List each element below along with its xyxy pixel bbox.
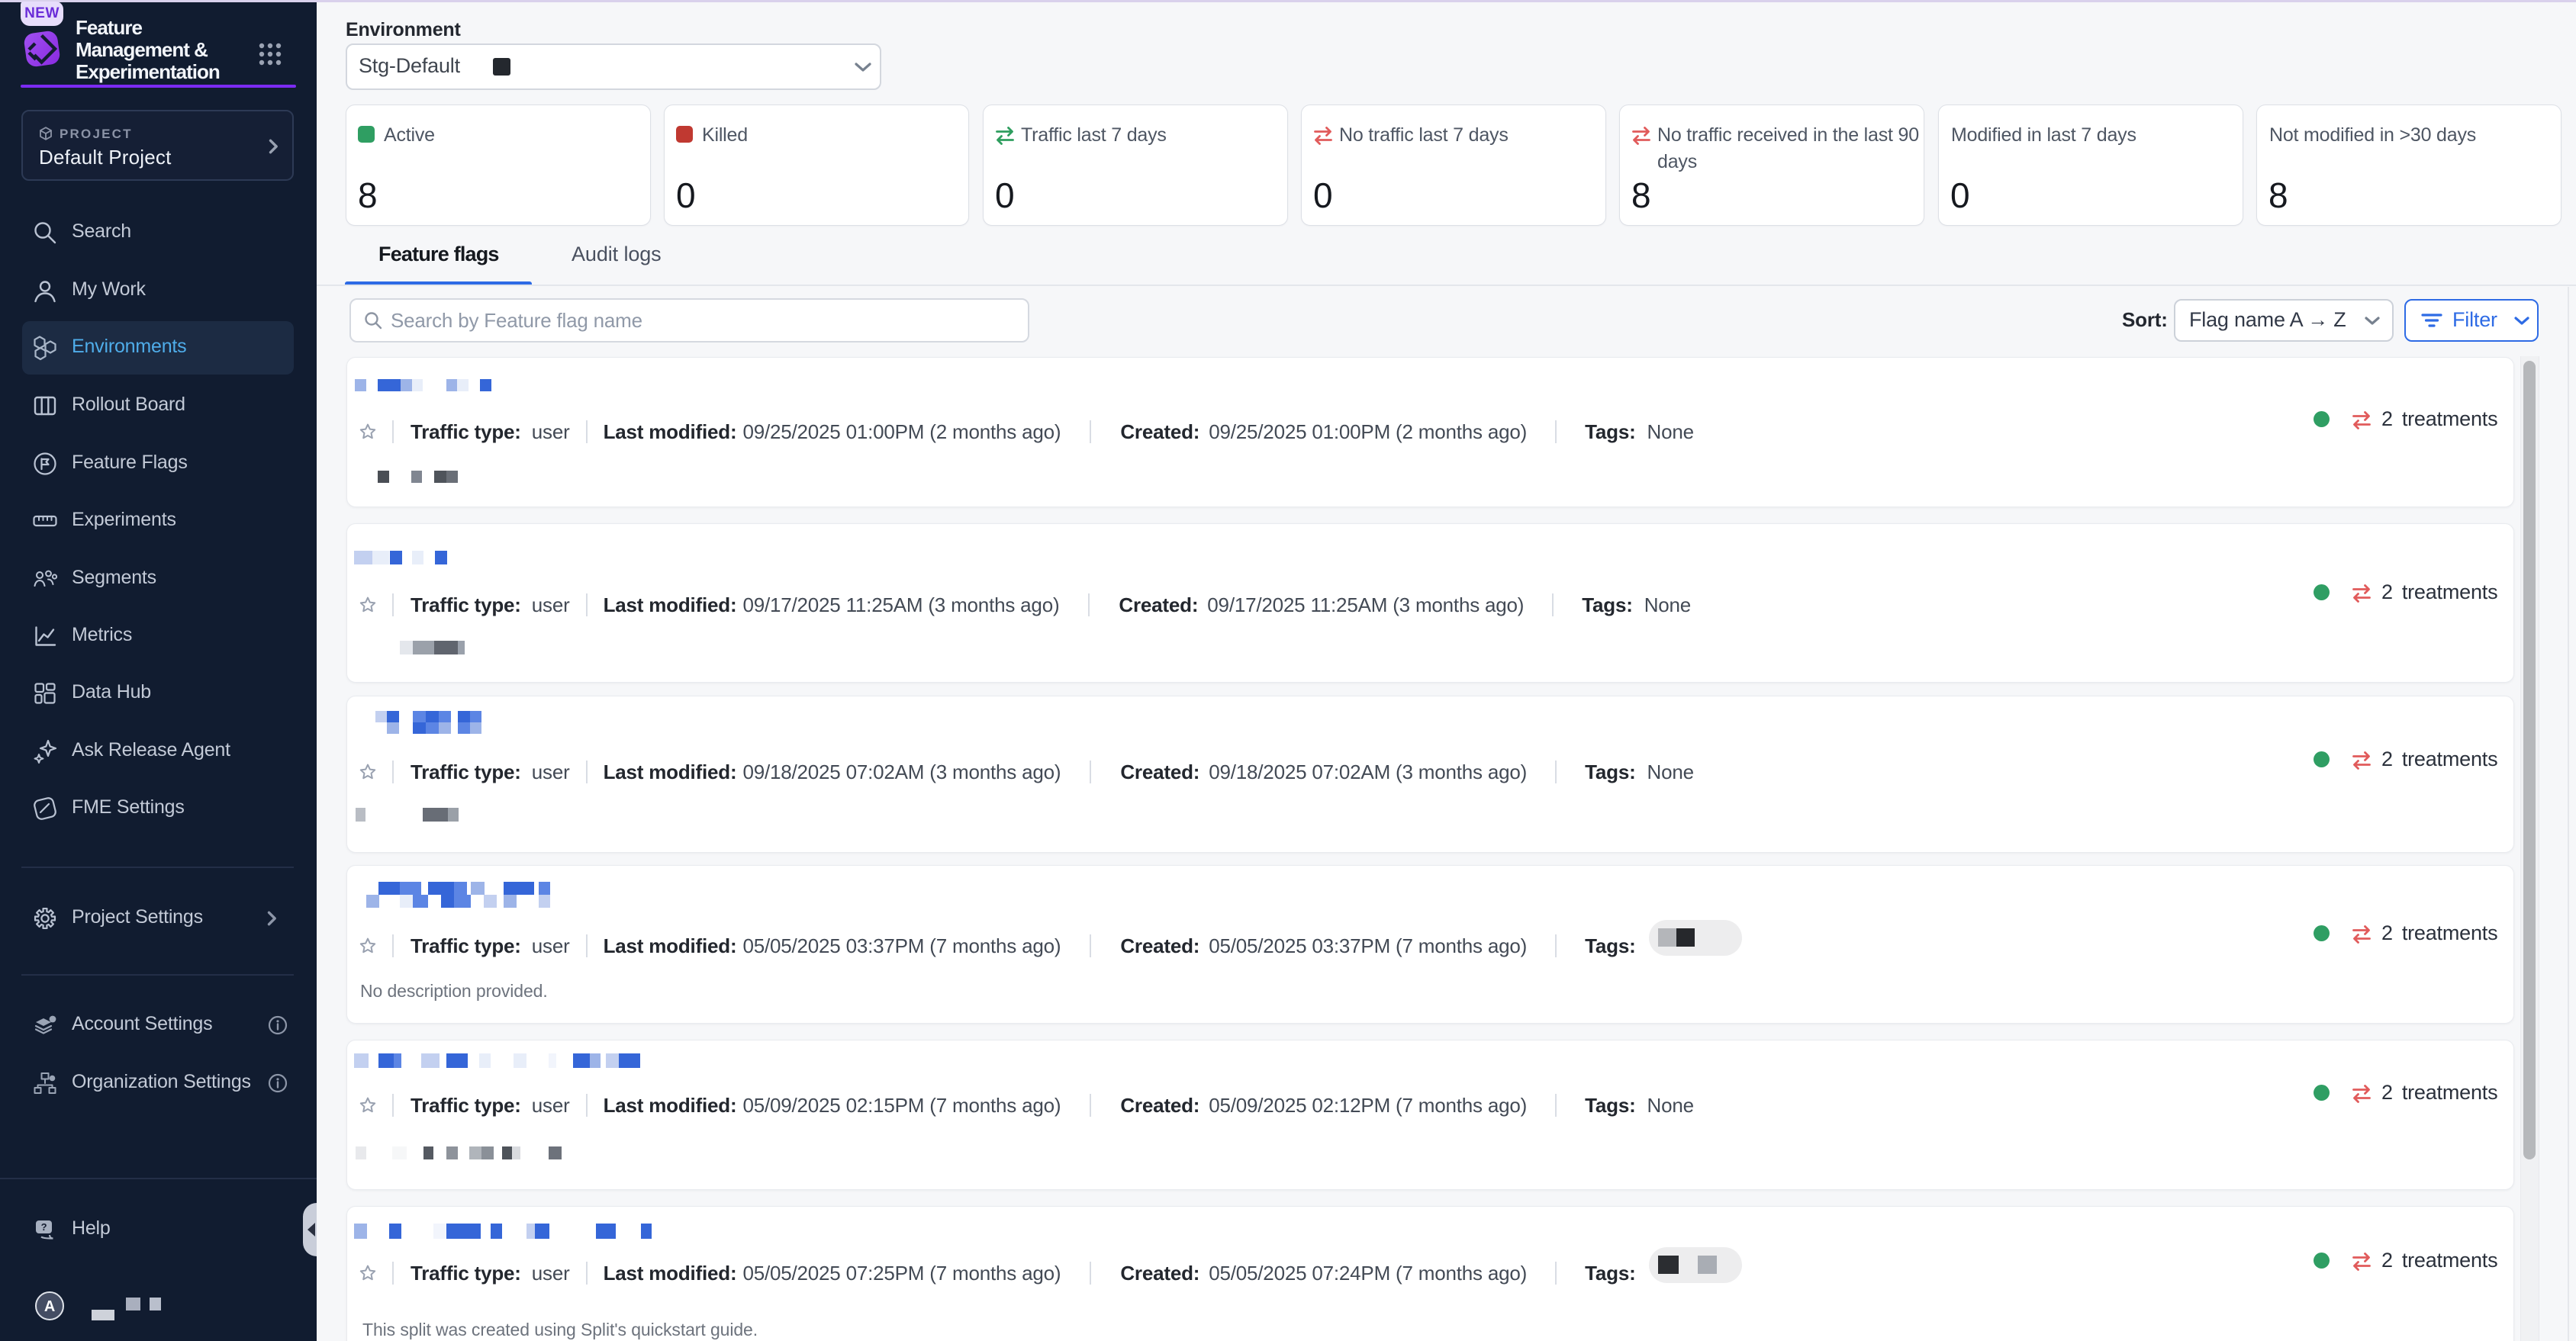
svg-text:?: ? [41, 1221, 47, 1233]
